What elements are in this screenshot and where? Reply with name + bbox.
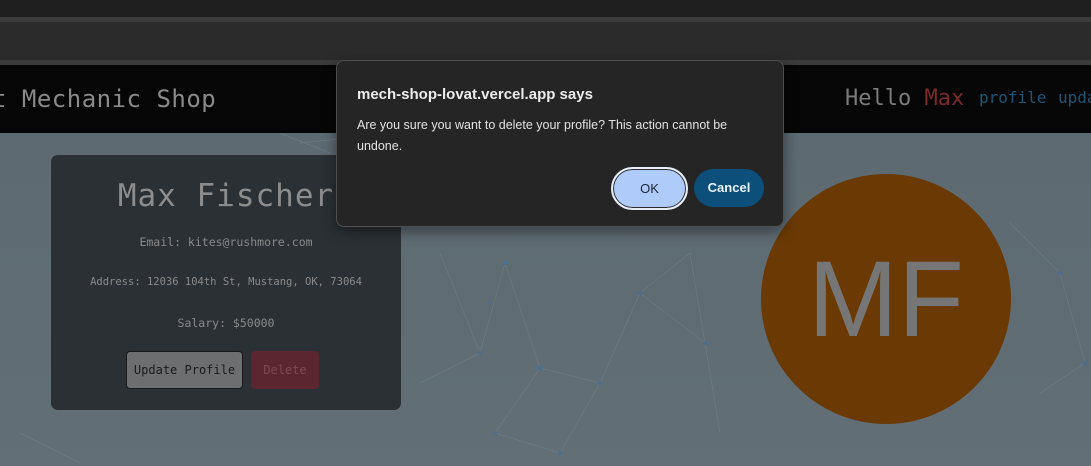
dialog-message: Are you sure you want to delete your pro… xyxy=(357,118,728,153)
browser-address-bar[interactable] xyxy=(0,22,1091,60)
delete-profile-button[interactable]: Delete xyxy=(251,351,319,389)
cancel-button[interactable]: Cancel xyxy=(694,169,764,207)
profile-salary: Salary: $50000 xyxy=(177,316,275,330)
greeting-prefix: Hello xyxy=(845,86,912,111)
browser-tab-strip xyxy=(0,0,1091,17)
profile-email: Email: kites@rushmore.com xyxy=(139,235,313,249)
ok-button[interactable]: OK xyxy=(611,167,688,210)
nav-link-profile[interactable]: profile xyxy=(979,88,1046,107)
avatar-initials: MF xyxy=(808,238,964,359)
site-brand[interactable]: t Mechanic Shop xyxy=(0,85,216,113)
update-profile-button[interactable]: Update Profile xyxy=(126,351,243,389)
user-greeting: Hello Max xyxy=(845,86,964,111)
nav-link-update[interactable]: upda xyxy=(1058,88,1091,107)
dialog-title: mech-shop-lovat.vercel.app says xyxy=(357,86,593,103)
greeting-user-name: Max xyxy=(924,86,965,111)
profile-address: Address: 12036 104th St, Mustang, OK, 73… xyxy=(90,276,362,288)
